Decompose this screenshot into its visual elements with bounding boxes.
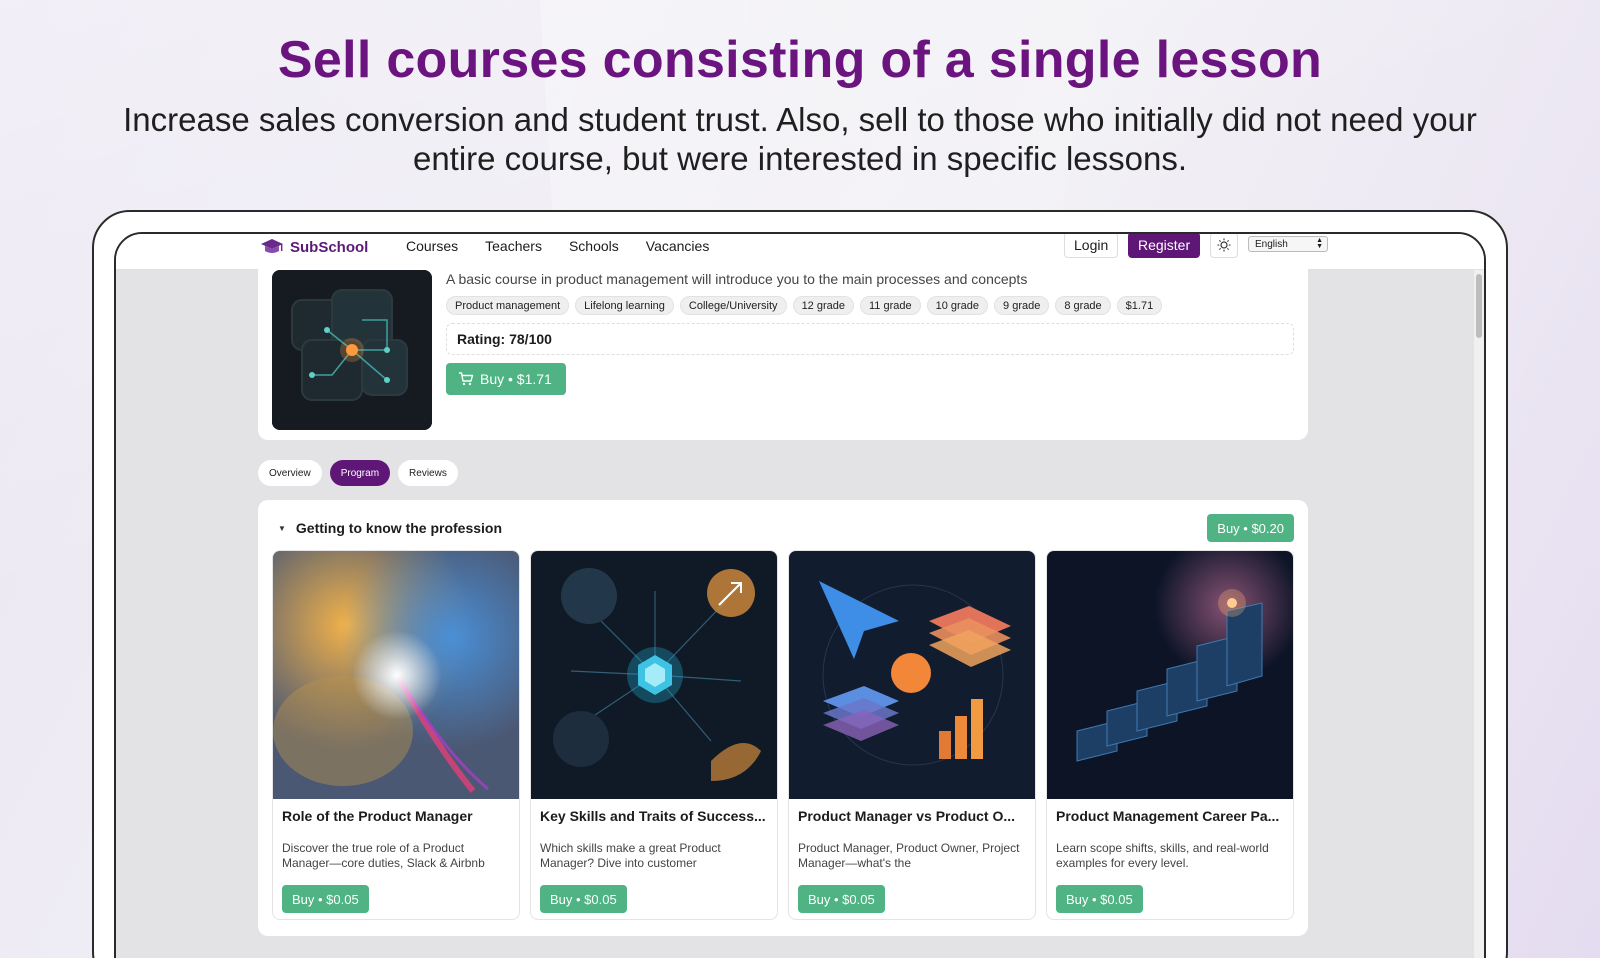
language-value: English <box>1255 238 1288 250</box>
cart-icon <box>459 372 474 386</box>
graduation-cap-icon <box>261 239 283 253</box>
nav-teachers[interactable]: Teachers <box>485 238 542 254</box>
lesson-title: Role of the Product Manager <box>282 808 473 824</box>
lesson-list: Role of the Product Manager Discover the… <box>272 550 1294 920</box>
tag[interactable]: 9 grade <box>994 296 1050 315</box>
lesson-description: Product Manager, Product Owner, Project … <box>798 841 1020 870</box>
register-button[interactable]: Register <box>1128 234 1201 258</box>
sun-icon <box>1217 238 1231 252</box>
price-tag[interactable]: $1.71 <box>1116 296 1163 315</box>
section-header[interactable]: ▼ Getting to know the profession <box>278 520 502 536</box>
lesson-card[interactable]: Role of the Product Manager Discover the… <box>272 550 520 920</box>
login-button[interactable]: Login <box>1064 234 1119 258</box>
lesson-image <box>531 551 777 799</box>
nav-vacancies[interactable]: Vacancies <box>646 238 710 254</box>
lesson-image <box>273 551 519 799</box>
tag[interactable]: 12 grade <box>792 296 854 315</box>
lesson-description: Discover the true role of a Product Mana… <box>282 841 485 870</box>
scrollbar[interactable] <box>1474 270 1484 958</box>
lesson-title: Key Skills and Traits of Success... <box>540 808 766 824</box>
tag[interactable]: Product management <box>446 296 570 315</box>
lesson-description: Learn scope shifts, skills, and real-wor… <box>1056 841 1269 870</box>
buy-section-button[interactable]: Buy • $0.20 <box>1207 514 1294 542</box>
program-section: ▼ Getting to know the profession Buy • $… <box>258 500 1308 936</box>
course-header-card: A basic course in product management wil… <box>258 262 1308 440</box>
select-arrows-icon: ▲ ▼ <box>1316 237 1323 250</box>
logo-text: SubSchool <box>290 238 369 256</box>
buy-lesson-button[interactable]: Buy • $0.05 <box>798 885 885 913</box>
buy-lesson-button[interactable]: Buy • $0.05 <box>540 885 627 913</box>
theme-toggle-button[interactable] <box>1210 234 1238 258</box>
language-select[interactable]: English ▲ ▼ <box>1248 236 1328 252</box>
lesson-card[interactable]: Product Management Career Pa... Learn sc… <box>1046 550 1294 920</box>
tab-reviews[interactable]: Reviews <box>398 460 458 486</box>
tab-program[interactable]: Program <box>329 460 391 486</box>
course-tags: Product management Lifelong learning Col… <box>446 296 1163 315</box>
lesson-card[interactable]: Product Manager vs Product O... Product … <box>788 550 1036 920</box>
browser-screen: SubSchool Courses Teachers Schools Vacan… <box>114 232 1486 958</box>
lesson-image <box>1047 551 1293 799</box>
tag[interactable]: 10 grade <box>926 296 989 315</box>
course-tabs: Overview Program Reviews <box>258 460 458 486</box>
tag[interactable]: College/University <box>679 296 787 315</box>
buy-lesson-button[interactable]: Buy • $0.05 <box>1056 885 1143 913</box>
rating-box: Rating: 78/100 <box>446 323 1294 355</box>
lesson-card[interactable]: Key Skills and Traits of Success... Whic… <box>530 550 778 920</box>
buy-course-button[interactable]: Buy • $1.71 <box>446 363 566 395</box>
nav-courses[interactable]: Courses <box>406 238 458 254</box>
main-nav: Courses Teachers Schools Vacancies <box>406 238 736 254</box>
buy-lesson-button[interactable]: Buy • $0.05 <box>282 885 369 913</box>
tab-overview[interactable]: Overview <box>258 460 322 486</box>
rating-text: Rating: 78/100 <box>457 331 552 347</box>
lesson-description: Which skills make a great Product Manage… <box>540 841 721 870</box>
course-description: A basic course in product management wil… <box>446 271 1028 287</box>
tag[interactable]: Lifelong learning <box>575 296 674 315</box>
buy-course-label: Buy • $1.71 <box>480 371 552 387</box>
course-cover-image <box>272 270 432 430</box>
lesson-title: Product Management Career Pa... <box>1056 808 1280 824</box>
hero-subtitle: Increase sales conversion and student tr… <box>123 101 1477 177</box>
nav-schools[interactable]: Schools <box>569 238 619 254</box>
hero-title: Sell courses consisting of a single less… <box>277 31 1323 89</box>
caret-down-icon[interactable]: ▼ <box>278 524 286 533</box>
tag[interactable]: 8 grade <box>1055 296 1111 315</box>
scrollbar-thumb[interactable] <box>1476 274 1482 338</box>
logo[interactable]: SubSchool <box>260 236 368 258</box>
lesson-image <box>789 551 1035 799</box>
section-title: Getting to know the profession <box>295 520 503 536</box>
lesson-title: Product Manager vs Product O... <box>798 808 1016 824</box>
tag[interactable]: 11 grade <box>860 296 921 315</box>
